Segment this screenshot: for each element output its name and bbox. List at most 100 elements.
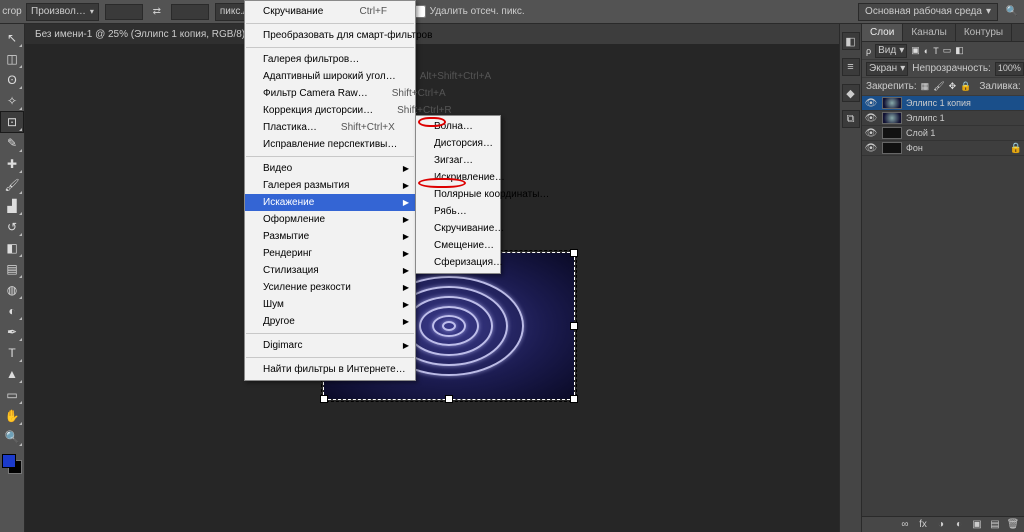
tool-brush[interactable]: 🖌 <box>1 175 23 195</box>
lock-paint-icon[interactable]: 🖌 <box>933 81 944 92</box>
layer-mask-icon[interactable]: ◑ <box>934 519 948 531</box>
opacity-value[interactable]: 100% <box>995 62 1024 76</box>
group-icon[interactable]: ▣ <box>970 519 984 531</box>
panel-icon[interactable]: ◧ <box>842 32 860 50</box>
layer-thumbnail[interactable] <box>882 97 902 109</box>
new-layer-icon[interactable]: ▤ <box>988 519 1002 531</box>
tool-type[interactable]: T <box>1 343 23 363</box>
menu-item[interactable]: Галерея фильтров… <box>245 51 415 68</box>
handle[interactable] <box>321 396 327 402</box>
tool-healing[interactable]: ✚ <box>1 154 23 174</box>
menu-item[interactable]: Усиление резкости▶ <box>245 279 415 296</box>
color-swatches[interactable] <box>2 454 22 474</box>
menu-item[interactable]: Другое▶ <box>245 313 415 330</box>
tool-eyedropper[interactable]: ✎ <box>1 133 23 153</box>
tool-shape[interactable]: ▭ <box>1 385 23 405</box>
menu-item[interactable]: Преобразовать для смарт-фильтров <box>245 27 415 44</box>
menu-item[interactable]: Галерея размытия▶ <box>245 177 415 194</box>
menu-item[interactable]: Сферизация… <box>416 254 500 271</box>
menu-item[interactable]: Размытие▶ <box>245 228 415 245</box>
layer-row[interactable]: 👁Эллипс 1 <box>862 111 1024 126</box>
crop-width-input[interactable] <box>105 4 143 20</box>
adjustment-layer-icon[interactable]: ◐ <box>952 519 966 531</box>
tool-lasso[interactable]: ʘ <box>1 70 23 90</box>
handle[interactable] <box>571 396 577 402</box>
panel-tab-layers[interactable]: Слои <box>862 24 903 41</box>
menu-item[interactable]: Шум▶ <box>245 296 415 313</box>
panel-tab-channels[interactable]: Каналы <box>903 24 956 41</box>
blend-mode-combo[interactable]: Экран▾ <box>866 62 908 76</box>
layer-thumbnail[interactable] <box>882 142 902 154</box>
panel-icon[interactable]: ⧉ <box>842 110 860 128</box>
workspace-switcher[interactable]: Основная рабочая среда ▾ <box>858 3 998 21</box>
filter-type-icon[interactable]: T <box>933 46 939 56</box>
menu-item[interactable]: Стилизация▶ <box>245 262 415 279</box>
layer-thumbnail[interactable] <box>882 127 902 139</box>
tool-marquee[interactable]: ◫ <box>1 49 23 69</box>
aspect-ratio-combo[interactable]: Произвол… ▾ <box>26 3 99 21</box>
filter-icon[interactable]: ρ <box>866 46 871 56</box>
filter-adj-icon[interactable]: ◐ <box>924 46 929 56</box>
panel-icon[interactable]: ≡ <box>842 58 860 76</box>
visibility-icon[interactable]: 👁 <box>864 113 878 124</box>
tool-stamp[interactable]: ▟ <box>1 196 23 216</box>
tool-history-brush[interactable]: ↺ <box>1 217 23 237</box>
menu-item[interactable]: Дисторсия… <box>416 135 500 152</box>
link-layers-icon[interactable]: ∞ <box>898 519 912 531</box>
menu-item[interactable]: Рябь… <box>416 203 500 220</box>
visibility-icon[interactable]: 👁 <box>864 128 878 139</box>
layer-fx-icon[interactable]: fx <box>916 519 930 531</box>
menu-item[interactable]: Digimarc▶ <box>245 337 415 354</box>
menu-item[interactable]: Волна… <box>416 118 500 135</box>
menu-item[interactable]: Оформление▶ <box>245 211 415 228</box>
lock-position-icon[interactable]: ✥ <box>949 81 957 92</box>
lock-pixels-icon[interactable]: ▦ <box>921 81 930 92</box>
menu-item[interactable]: Рендеринг▶ <box>245 245 415 262</box>
delete-cropped-checkbox[interactable]: Удалить отсеч. пикс. <box>413 5 525 18</box>
tool-dodge[interactable]: ◐ <box>1 301 23 321</box>
tool-hand[interactable]: ✋ <box>1 406 23 426</box>
tool-magic-wand[interactable]: ✧ <box>1 91 23 111</box>
menu-item[interactable]: СкручиваниеCtrl+F <box>245 3 415 20</box>
handle[interactable] <box>571 250 577 256</box>
tool-zoom[interactable]: 🔍 <box>1 427 23 447</box>
visibility-icon[interactable]: 👁 <box>864 143 878 154</box>
visibility-icon[interactable]: 👁 <box>864 98 878 109</box>
tool-crop[interactable]: ⊡ <box>1 112 23 132</box>
menu-item[interactable]: Видео▶ <box>245 160 415 177</box>
swap-icon[interactable]: ⇄ <box>149 4 165 20</box>
panel-icon[interactable]: ◆ <box>842 84 860 102</box>
crop-height-input[interactable] <box>171 4 209 20</box>
layer-row[interactable]: 👁Фон🔒 <box>862 141 1024 156</box>
menu-item[interactable]: Адаптивный широкий угол…Alt+Shift+Ctrl+A <box>245 68 415 85</box>
search-icon[interactable]: 🔍 <box>1004 4 1020 20</box>
panel-tab-paths[interactable]: Контуры <box>956 24 1012 41</box>
layer-thumbnail[interactable] <box>882 112 902 124</box>
tool-gradient[interactable]: ▤ <box>1 259 23 279</box>
menu-item[interactable]: Искажение▶ <box>245 194 415 211</box>
tool-eraser[interactable]: ◧ <box>1 238 23 258</box>
tool-blur[interactable]: ◍ <box>1 280 23 300</box>
menu-item[interactable]: Исправление перспективы…Alt+Ctrl+V <box>245 136 415 153</box>
filter-shape-icon[interactable]: ▭ <box>943 45 952 56</box>
tool-pen[interactable]: ✒ <box>1 322 23 342</box>
menu-item[interactable]: Искривление… <box>416 169 500 186</box>
menu-item[interactable]: Фильтр Camera Raw…Shift+Ctrl+A <box>245 85 415 102</box>
layer-filter-combo[interactable]: Вид▾ <box>875 44 907 58</box>
tool-path-select[interactable]: ▲ <box>1 364 23 384</box>
layer-row[interactable]: 👁Слой 1 <box>862 126 1024 141</box>
menu-item[interactable]: Скручивание… <box>416 220 500 237</box>
handle[interactable] <box>446 396 452 402</box>
menu-item[interactable]: Полярные координаты… <box>416 186 500 203</box>
layer-row[interactable]: 👁Эллипс 1 копия <box>862 96 1024 111</box>
menu-item[interactable]: Смещение… <box>416 237 500 254</box>
document-tab[interactable]: Без имени-1 @ 25% (Эллипс 1 копия, RGB/8… <box>25 24 268 44</box>
filter-pic-icon[interactable]: ▣ <box>911 45 920 56</box>
menu-item[interactable]: Коррекция дисторсии…Shift+Ctrl+R <box>245 102 415 119</box>
filter-smart-icon[interactable]: ◧ <box>955 45 964 56</box>
trash-icon[interactable]: 🗑 <box>1006 519 1020 531</box>
menu-item[interactable]: Найти фильтры в Интернете… <box>245 361 415 378</box>
lock-all-icon[interactable]: 🔒 <box>960 81 971 92</box>
tool-move[interactable]: ↖ <box>1 28 23 48</box>
menu-item[interactable]: Пластика…Shift+Ctrl+X <box>245 119 415 136</box>
